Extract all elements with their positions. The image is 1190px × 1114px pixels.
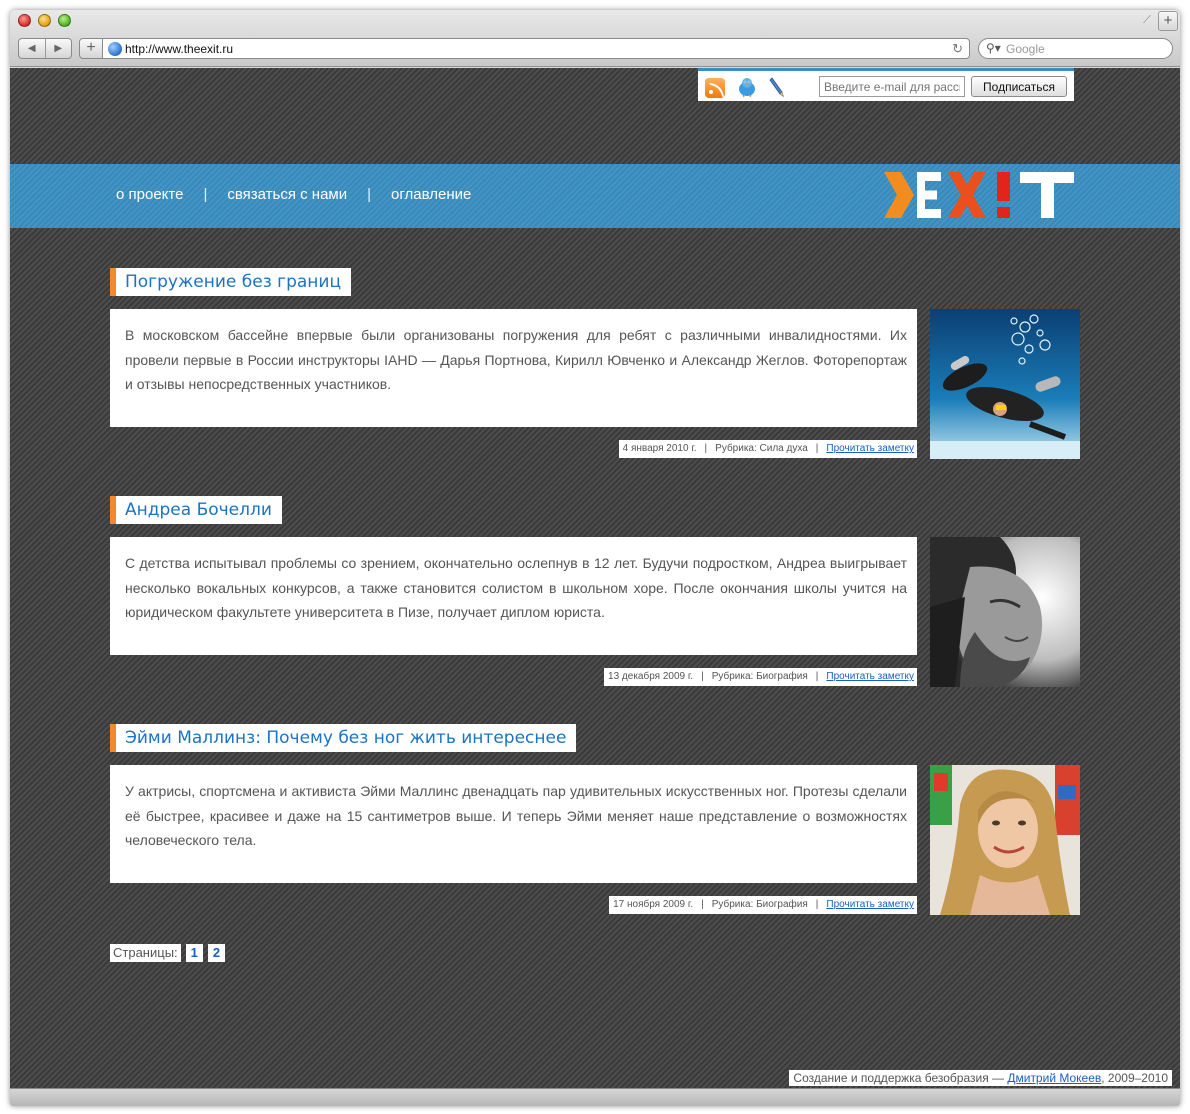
post-title-box: Эйми Маллинз: Почему без ног жить интере…	[110, 724, 577, 752]
new-tab-button[interactable]: +	[1158, 11, 1178, 31]
post-title-link[interactable]: Погружение без границ	[125, 272, 341, 292]
post-date: 4 января 2010 г.	[622, 443, 697, 454]
footer-author-link[interactable]: Дмитрий Мокеев	[1007, 1071, 1101, 1085]
site-header: о проекте | связаться с нами | оглавлени…	[10, 164, 1180, 228]
post-meta: 17 ноября 2009 г. | Рубрика: Биография | Про…	[609, 896, 917, 914]
menu-separator: |	[203, 186, 208, 203]
post-title-link[interactable]: Андреа Бочелли	[125, 500, 272, 520]
menu-item-about[interactable]: о проекте	[116, 186, 183, 203]
address-url[interactable]: http://www.theexit.ru	[125, 42, 233, 56]
post-rubric: Рубрика: Биография	[711, 899, 808, 910]
history-nav: ◀ ▶	[18, 38, 72, 59]
browser-status-bar	[10, 1088, 1180, 1106]
search-placeholder: Google	[1006, 42, 1045, 56]
post-title-box: Андреа Бочелли	[110, 496, 282, 524]
add-bookmark-button[interactable]: +	[79, 38, 103, 59]
reload-icon[interactable]: ↻	[952, 41, 963, 57]
meta-separator: |	[701, 671, 704, 682]
post-meta: 4 января 2010 г. | Рубрика: Сила духа | Проч…	[618, 440, 917, 458]
search-icon: ⚲▾	[986, 41, 1001, 55]
site-menu: о проекте | связаться с нами | оглавлени…	[116, 186, 471, 203]
menu-item-contact[interactable]: связаться с нами	[227, 186, 347, 203]
footer-text: Создание и поддержка безобразия —	[793, 1071, 1008, 1085]
post-rubric: Рубрика: Сила духа	[715, 443, 808, 454]
read-more-link[interactable]: Прочитать заметку	[826, 671, 914, 682]
globe-icon	[108, 42, 122, 56]
meta-separator: |	[701, 899, 704, 910]
subscribe-bar: Подписаться	[698, 68, 1074, 101]
browser-toolbar: ⟋ + ◀ ▶ + http://www.theexit.ru ↻ ⚲▾ Goo…	[10, 10, 1180, 67]
footer-credits: Создание и поддержка безобразия — Дмитри…	[789, 1070, 1172, 1086]
page-link-1[interactable]: 1	[185, 944, 203, 962]
post-photo-portrait-man[interactable]	[930, 537, 1080, 687]
email-subscribe-input[interactable]	[819, 76, 965, 97]
post-title-link[interactable]: Эйми Маллинз: Почему без ног жить интере…	[125, 728, 566, 748]
browser-search-input[interactable]: ⚲▾ Google	[978, 38, 1173, 59]
rss-icon[interactable]	[705, 78, 725, 98]
read-more-link[interactable]: Прочитать заметку	[826, 899, 914, 910]
meta-separator: |	[815, 443, 819, 454]
meta-separator: |	[704, 443, 708, 454]
pagination: Страницы: 1 2	[110, 944, 226, 962]
post-photo-diving[interactable]	[930, 309, 1080, 459]
post-date: 17 ноября 2009 г.	[613, 899, 694, 910]
post-excerpt: С детства испытывал проблемы со зрением,…	[110, 537, 917, 655]
pencil-edit-icon[interactable]	[769, 76, 785, 98]
footer-years: , 2009–2010	[1101, 1071, 1168, 1085]
pagination-label: Страницы:	[110, 944, 181, 962]
address-bar[interactable]: http://www.theexit.ru ↻	[103, 38, 970, 59]
site-logo[interactable]	[884, 172, 1074, 218]
post-rubric: Рубрика: Биография	[711, 671, 808, 682]
meta-separator: |	[815, 899, 819, 910]
post-date: 13 декабря 2009 г.	[608, 671, 694, 682]
post-title-box: Погружение без границ	[110, 268, 352, 296]
read-more-link[interactable]: Прочитать заметку	[826, 443, 914, 454]
post-meta: 13 декабря 2009 г. | Рубрика: Биография | Пр…	[604, 668, 917, 686]
meta-separator: |	[815, 671, 819, 682]
browser-window: ⟋ + ◀ ▶ + http://www.theexit.ru ↻ ⚲▾ Goo…	[10, 10, 1180, 1106]
resize-grip-icon[interactable]: ⟋	[1140, 13, 1154, 27]
twitter-bird-icon[interactable]	[737, 76, 757, 98]
page-link-2[interactable]: 2	[207, 944, 226, 962]
zoom-window-button[interactable]	[58, 14, 71, 27]
post-photo-portrait-woman[interactable]	[930, 765, 1080, 915]
page-viewport: Подписаться о проекте | связаться с нами…	[10, 68, 1180, 1088]
close-window-button[interactable]	[18, 14, 31, 27]
minimize-window-button[interactable]	[38, 14, 51, 27]
menu-item-contents[interactable]: оглавление	[391, 186, 471, 203]
post-excerpt: В московском бассейне впервые были орган…	[110, 309, 917, 427]
post-excerpt: У актрисы, спортсмена и активиста Эйми М…	[110, 765, 917, 883]
forward-button[interactable]: ▶	[44, 39, 72, 58]
menu-separator: |	[367, 186, 372, 203]
subscribe-button[interactable]: Подписаться	[971, 76, 1067, 97]
back-button[interactable]: ◀	[19, 39, 45, 58]
